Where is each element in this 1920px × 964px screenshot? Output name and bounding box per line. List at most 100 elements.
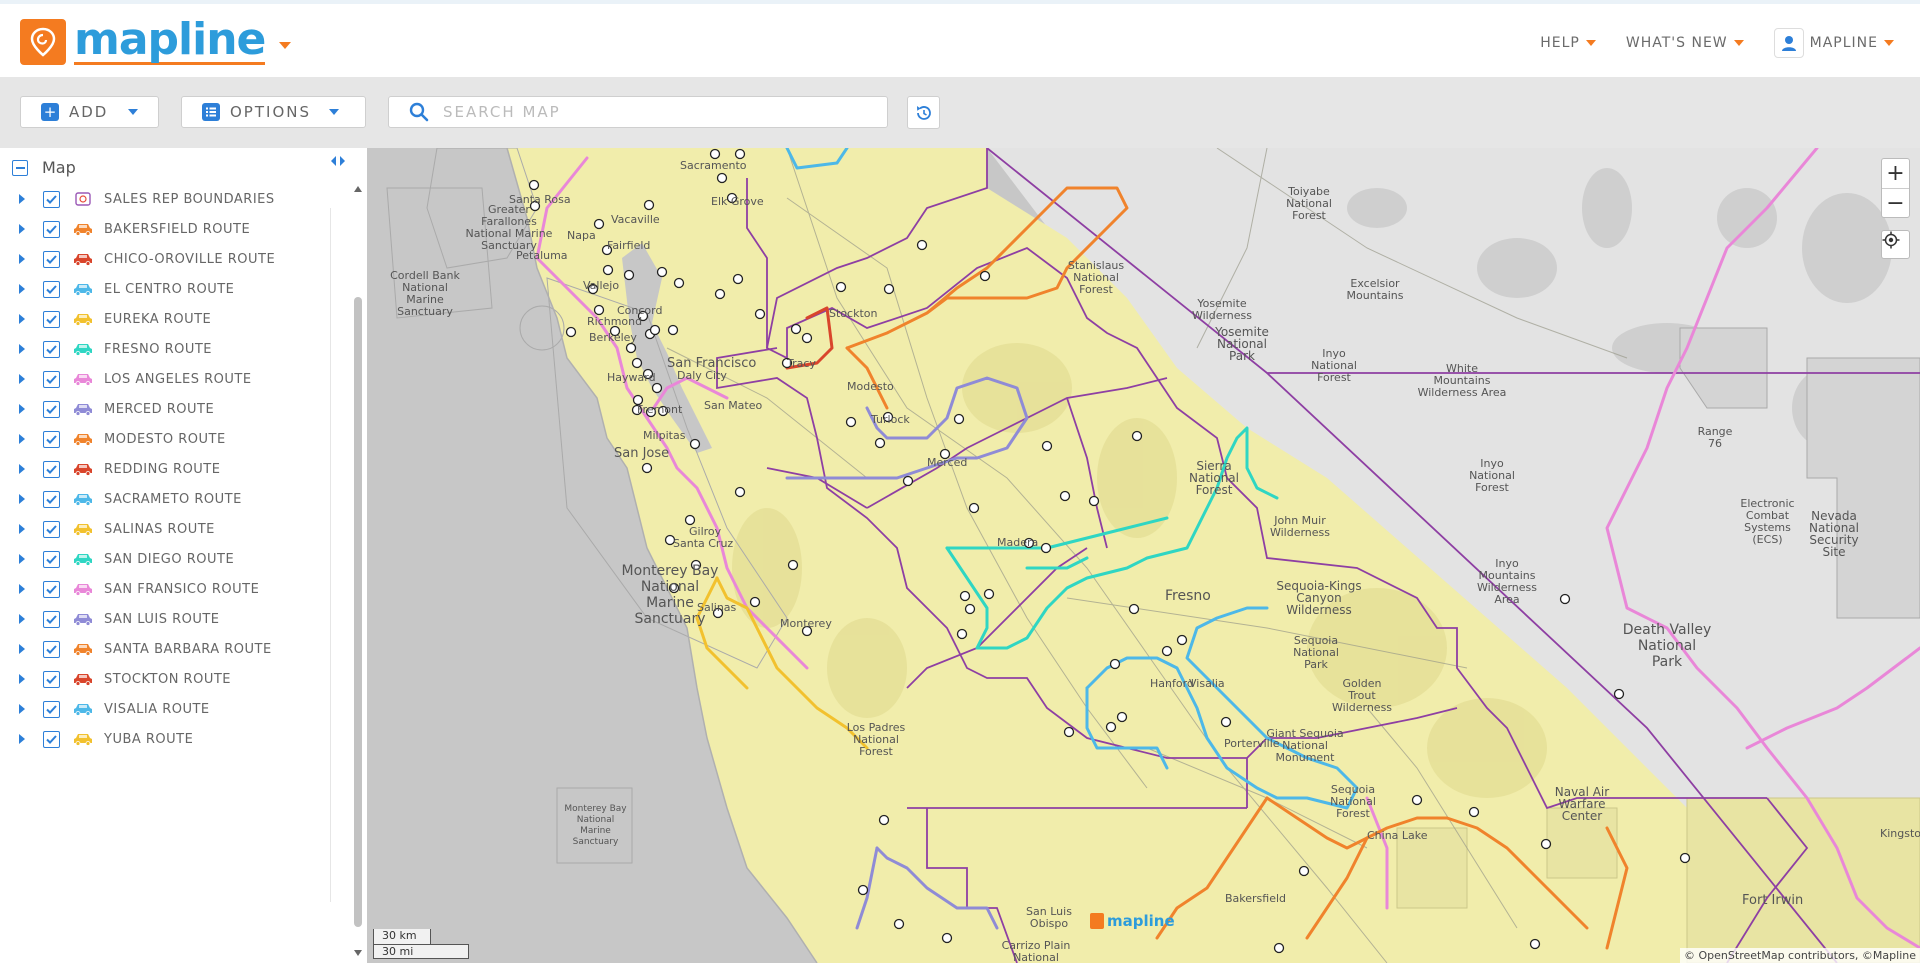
expand-arrow-icon[interactable] — [19, 524, 25, 534]
layer-checkbox[interactable] — [43, 520, 60, 538]
expand-arrow-icon[interactable] — [19, 614, 25, 624]
collapse-all-icon[interactable] — [12, 159, 28, 176]
mapline-logo[interactable]: mapline — [20, 18, 292, 65]
locate-button[interactable] — [1881, 230, 1910, 259]
layer-row[interactable]: SACRAMETO ROUTE — [0, 484, 330, 514]
logo-chevron-down-icon[interactable] — [279, 42, 292, 49]
layer-checkbox[interactable] — [43, 310, 60, 328]
expand-arrow-icon[interactable] — [19, 374, 25, 384]
layer-row[interactable]: SAN LUIS ROUTE — [0, 604, 330, 634]
expand-arrow-icon[interactable] — [19, 644, 25, 654]
layer-row[interactable]: MODESTO ROUTE — [0, 424, 330, 454]
layer-checkbox[interactable] — [43, 430, 60, 448]
layer-checkbox[interactable] — [43, 370, 60, 388]
layer-row[interactable]: SANTA BARBARA ROUTE — [0, 634, 330, 664]
expand-arrow-icon[interactable] — [19, 254, 25, 264]
expand-arrow-icon[interactable] — [19, 464, 25, 474]
expand-arrow-icon[interactable] — [19, 734, 25, 744]
layer-checkbox[interactable] — [43, 730, 60, 748]
layer-label: SALINAS ROUTE — [104, 521, 215, 537]
park-label: Death Valley National Park — [1622, 622, 1712, 670]
layer-checkbox[interactable] — [43, 640, 60, 658]
layer-row[interactable]: STOCKTON ROUTE — [0, 664, 330, 694]
layer-row[interactable]: MERCED ROUTE — [0, 394, 330, 424]
layer-scrollbar[interactable] — [352, 184, 364, 964]
layer-checkbox[interactable] — [43, 340, 60, 358]
layer-checkbox[interactable] — [43, 610, 60, 628]
forest-label: Stanislaus National Forest — [1067, 259, 1125, 296]
expand-arrow-icon[interactable] — [19, 584, 25, 594]
layer-checkbox[interactable] — [43, 250, 60, 268]
list-icon — [202, 103, 220, 121]
car-icon — [72, 431, 94, 447]
layer-checkbox[interactable] — [43, 190, 60, 208]
zoom-out-button[interactable]: − — [1882, 188, 1909, 217]
layer-checkbox[interactable] — [43, 460, 60, 478]
expand-arrow-icon[interactable] — [19, 404, 25, 414]
layer-label: MODESTO ROUTE — [104, 431, 226, 447]
map-layer-root[interactable]: Map — [12, 158, 76, 177]
expand-arrow-icon[interactable] — [19, 554, 25, 564]
layer-checkbox[interactable] — [43, 670, 60, 688]
layer-row[interactable]: REDDING ROUTE — [0, 454, 330, 484]
expand-arrow-icon[interactable] — [19, 434, 25, 444]
map-attribution[interactable]: © OpenStreetMap contributors, ©Mapline — [1680, 948, 1920, 963]
scroll-thumb[interactable] — [354, 297, 362, 927]
place-label: Merced — [927, 456, 968, 469]
car-icon — [72, 401, 94, 417]
layer-row[interactable]: EUREKA ROUTE — [0, 304, 330, 334]
layer-checkbox[interactable] — [43, 220, 60, 238]
layer-row[interactable]: SALINAS ROUTE — [0, 514, 330, 544]
scroll-up-icon[interactable] — [354, 186, 362, 192]
monument-label: Giant Sequoia National Monument — [1266, 727, 1344, 764]
layer-checkbox[interactable] — [43, 280, 60, 298]
refresh-button[interactable] — [907, 96, 940, 129]
expand-arrow-icon[interactable] — [19, 704, 25, 714]
expand-horizontal-icon[interactable] — [330, 154, 346, 168]
scroll-down-icon[interactable] — [354, 950, 362, 956]
expand-arrow-icon[interactable] — [19, 494, 25, 504]
zoom-in-button[interactable]: + — [1882, 159, 1909, 188]
layer-row[interactable]: EL CENTRO ROUTE — [0, 274, 330, 304]
add-button[interactable]: + ADD — [20, 96, 159, 128]
place-label: Richmond — [587, 315, 643, 328]
expand-arrow-icon[interactable] — [19, 284, 25, 294]
top-navigation: HELP WHAT'S NEW MAPLINE — [1540, 28, 1894, 58]
place-label: Fort Irwin — [1742, 893, 1804, 908]
map-canvas[interactable]: Sacramento Elk Grove Santa Rosa Vacavill… — [367, 148, 1920, 963]
expand-arrow-icon[interactable] — [19, 224, 25, 234]
layer-row[interactable]: SALES REP BOUNDARIES — [0, 184, 330, 214]
layer-checkbox[interactable] — [43, 490, 60, 508]
layer-checkbox[interactable] — [43, 580, 60, 598]
expand-arrow-icon[interactable] — [19, 344, 25, 354]
layer-row[interactable]: SAN FRANSICO ROUTE — [0, 574, 330, 604]
layer-label: MERCED ROUTE — [104, 401, 215, 417]
expand-arrow-icon[interactable] — [19, 194, 25, 204]
place-label: Turlock — [871, 413, 910, 426]
layer-row[interactable]: VISALIA ROUTE — [0, 694, 330, 724]
layer-row[interactable]: BAKERSFIELD ROUTE — [0, 214, 330, 244]
layer-label: REDDING ROUTE — [104, 461, 221, 477]
layer-checkbox[interactable] — [43, 700, 60, 718]
expand-arrow-icon[interactable] — [19, 314, 25, 324]
layer-row[interactable]: FRESNO ROUTE — [0, 334, 330, 364]
place-label: Madera — [997, 536, 1039, 549]
expand-arrow-icon[interactable] — [19, 674, 25, 684]
map-pin-logo-icon — [1090, 913, 1104, 929]
options-button[interactable]: OPTIONS — [181, 96, 366, 128]
layer-checkbox[interactable] — [43, 400, 60, 418]
search-input[interactable] — [443, 103, 863, 121]
map-pin-logo-icon — [20, 18, 66, 65]
layer-row[interactable]: CHICO-OROVILLE ROUTE — [0, 244, 330, 274]
layer-checkbox[interactable] — [43, 550, 60, 568]
car-icon — [72, 341, 94, 357]
place-label: Fresno — [1165, 588, 1211, 604]
place-label: Monterey — [780, 617, 832, 630]
chevron-down-icon — [1884, 40, 1894, 46]
layer-row[interactable]: LOS ANGELES ROUTE — [0, 364, 330, 394]
layer-row[interactable]: YUBA ROUTE — [0, 724, 330, 754]
user-menu[interactable]: MAPLINE — [1773, 28, 1894, 58]
help-menu[interactable]: HELP — [1540, 35, 1596, 51]
whats-new-menu[interactable]: WHAT'S NEW — [1626, 35, 1744, 51]
layer-row[interactable]: SAN DIEGO ROUTE — [0, 544, 330, 574]
